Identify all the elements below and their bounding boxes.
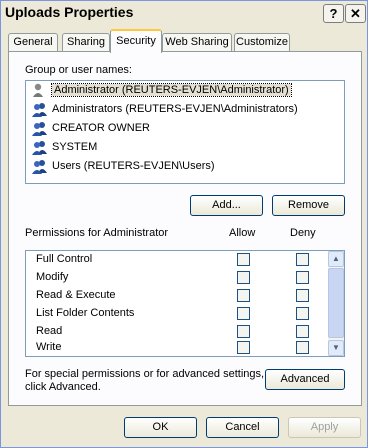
scroll-thumb[interactable] — [328, 268, 344, 338]
allow-checkbox[interactable] — [237, 307, 250, 320]
list-item-administrators[interactable]: Administrators (REUTERS-EVJEN\Administra… — [26, 100, 344, 119]
deny-checkbox[interactable] — [296, 341, 309, 354]
tab-customize[interactable]: Customize — [234, 33, 290, 52]
deny-header: Deny — [290, 227, 316, 239]
tab-general[interactable]: General — [8, 33, 58, 52]
group-icon — [32, 103, 47, 117]
ok-button[interactable]: OK — [124, 417, 197, 438]
deny-checkbox[interactable] — [296, 307, 309, 320]
window-title: Uploads Properties — [5, 4, 134, 20]
permission-row: Read & Execute — [26, 287, 326, 305]
close-button[interactable]: ✕ — [345, 4, 366, 23]
advanced-hint-line1: For special permissions or for advanced … — [25, 368, 265, 380]
permission-name: Read & Execute — [36, 289, 116, 301]
permission-name: Modify — [36, 271, 69, 283]
advanced-button[interactable]: Advanced — [265, 369, 345, 390]
remove-button[interactable]: Remove — [272, 195, 345, 216]
deny-checkbox[interactable] — [296, 289, 309, 302]
permission-name: List Folder Contents — [36, 307, 135, 319]
deny-checkbox[interactable] — [296, 253, 309, 266]
deny-checkbox[interactable] — [296, 325, 309, 338]
tab-security[interactable]: Security — [110, 29, 162, 53]
list-item-creator-owner[interactable]: CREATOR OWNER — [26, 119, 344, 138]
group-icon — [32, 160, 47, 174]
permissions-scrollbar[interactable]: ▲ ▼ — [328, 251, 344, 356]
allow-checkbox[interactable] — [237, 341, 250, 354]
permissions-list: Full Control Modify Read & Execute List … — [25, 250, 345, 357]
cancel-button[interactable]: Cancel — [206, 417, 279, 438]
add-button[interactable]: Add... — [190, 195, 263, 216]
group-icon — [32, 141, 47, 155]
help-button[interactable]: ? — [323, 4, 344, 23]
title-bar[interactable]: Uploads Properties ? ✕ — [1, 1, 367, 25]
user-icon — [33, 83, 43, 97]
permission-name: Full Control — [36, 253, 93, 265]
list-item-users[interactable]: Users (REUTERS-EVJEN\Users) — [26, 157, 344, 176]
user-list[interactable]: Administrator (REUTERS-EVJEN\Administrat… — [25, 80, 345, 184]
list-item-system[interactable]: SYSTEM — [26, 138, 344, 157]
tab-web-sharing[interactable]: Web Sharing — [162, 33, 232, 52]
security-panel: Group or user names: Administrator (REUT… — [8, 51, 362, 406]
group-label: Group or user names: — [25, 64, 132, 76]
permissions-label: Permissions for Administrator — [25, 227, 169, 239]
scroll-down-icon[interactable]: ▼ — [328, 340, 344, 356]
allow-checkbox[interactable] — [237, 289, 250, 302]
permission-name: Write — [36, 341, 62, 353]
apply-button[interactable]: Apply — [288, 417, 361, 438]
group-icon — [32, 122, 47, 136]
permission-row: Full Control — [26, 251, 326, 269]
allow-checkbox[interactable] — [237, 271, 250, 284]
permission-row: Modify — [26, 269, 326, 287]
allow-checkbox[interactable] — [237, 325, 250, 338]
tab-strip: General Sharing Security Web Sharing Cus… — [8, 29, 363, 53]
properties-dialog: Uploads Properties ? ✕ General Sharing S… — [0, 0, 368, 448]
list-item-administrator[interactable]: Administrator (REUTERS-EVJEN\Administrat… — [26, 81, 344, 100]
allow-header: Allow — [229, 227, 256, 239]
tab-sharing[interactable]: Sharing — [62, 33, 110, 52]
permission-name: Read — [36, 325, 63, 337]
allow-checkbox[interactable] — [237, 253, 250, 266]
scroll-up-icon[interactable]: ▲ — [328, 251, 344, 267]
deny-checkbox[interactable] — [296, 271, 309, 284]
permission-row: List Folder Contents — [26, 305, 326, 323]
permission-row: Write — [26, 339, 326, 357]
advanced-hint-line2: click Advanced. — [25, 381, 101, 393]
